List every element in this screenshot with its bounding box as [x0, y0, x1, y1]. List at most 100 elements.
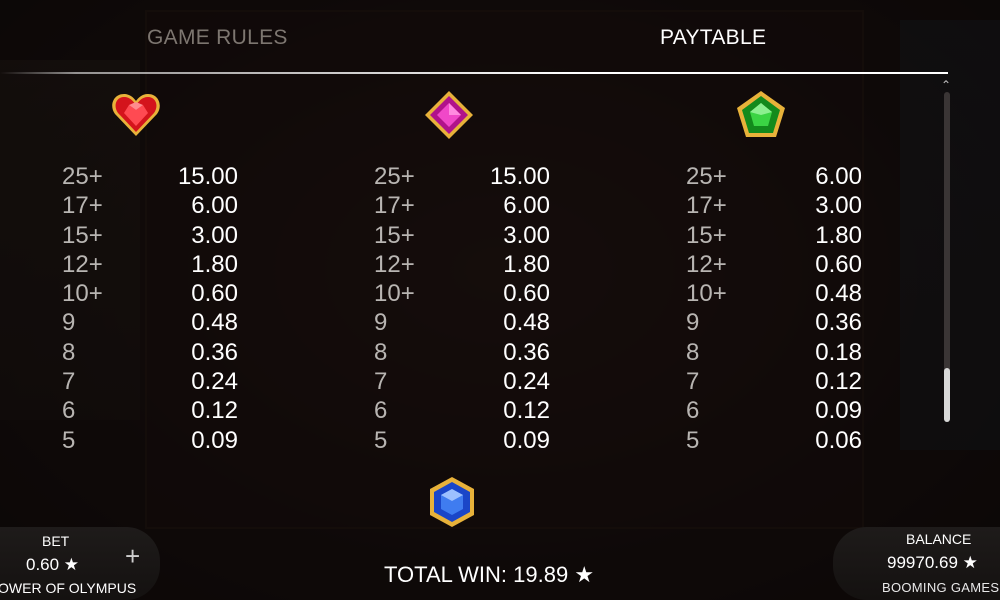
payout-value: 6.00 — [191, 192, 238, 220]
paytable-row: 5 0.06 — [686, 426, 886, 455]
payout-value: 6.00 — [815, 163, 862, 190]
paytable-row: 8 0.36 — [374, 338, 574, 367]
symbol-count: 9 — [374, 309, 388, 337]
payout-value: 0.12 — [503, 397, 550, 425]
symbol-count: 6 — [62, 397, 76, 425]
paytable-row: 6 0.12 — [62, 396, 262, 425]
symbol-count: 8 — [374, 338, 388, 366]
payout-value: 0.12 — [815, 368, 862, 396]
paytable-row: 9 0.48 — [374, 308, 574, 337]
scroll-up-arrow-icon[interactable]: ⌃ — [941, 78, 951, 92]
payout-value: 0.12 — [191, 397, 238, 425]
game-name: OWER OF OLYMPUS — [0, 580, 137, 596]
paytable-row: 5 0.09 — [374, 426, 574, 455]
symbol-count: 10+ — [686, 280, 727, 308]
payout-value: 0.36 — [815, 309, 862, 337]
symbol-count: 7 — [62, 368, 76, 396]
payout-value: 0.60 — [191, 280, 238, 308]
payout-value: 3.00 — [815, 192, 862, 220]
payout-value: 3.00 — [191, 221, 238, 249]
paytable-row: 10+ 0.60 — [374, 279, 574, 308]
paytable-row: 7 0.12 — [686, 367, 886, 396]
paytable-row: 17+ 6.00 — [62, 191, 262, 220]
paytable-row: 12+ 1.80 — [62, 250, 262, 279]
tab-underline — [0, 72, 948, 74]
paytable-row: 15+ 3.00 — [374, 221, 574, 250]
paytable-row: 8 0.36 — [62, 338, 262, 367]
symbol-count: 17+ — [374, 192, 415, 220]
payout-value: 0.09 — [815, 397, 862, 425]
symbol-count: 7 — [686, 368, 700, 396]
pink-diamond-gem-icon — [425, 91, 473, 139]
paytable-row: 12+ 0.60 — [686, 250, 886, 279]
paytable-row: 25+ 15.00 — [62, 162, 262, 191]
increase-bet-button[interactable]: + — [125, 541, 140, 572]
tab-bar: GAME RULES PAYTABLE — [0, 0, 1000, 76]
paytable-row: 10+ 0.60 — [62, 279, 262, 308]
symbol-count: 12+ — [374, 250, 415, 278]
paytable-row: 15+ 1.80 — [686, 221, 886, 250]
bottom-bar: BET 0.60 ★ + OWER OF OLYMPUS TOTAL WIN: … — [0, 525, 1000, 600]
payout-value: 0.36 — [191, 338, 238, 366]
paytable-row: 7 0.24 — [374, 367, 574, 396]
payout-value: 0.48 — [191, 309, 238, 337]
paytable-row: 25+ 6.00 — [686, 162, 886, 191]
paytable-row: 17+ 3.00 — [686, 191, 886, 220]
payout-value: 1.80 — [503, 250, 550, 278]
paytable-row: 6 0.12 — [374, 396, 574, 425]
symbol-count: 8 — [62, 338, 76, 366]
payout-value: 0.09 — [191, 426, 238, 454]
symbol-count: 25+ — [374, 163, 415, 190]
bet-value: 0.60 ★ — [26, 555, 80, 574]
paytable-row: 17+ 6.00 — [374, 191, 574, 220]
payout-value: 0.48 — [503, 309, 550, 337]
symbol-count: 7 — [374, 368, 388, 396]
symbol-count: 15+ — [686, 221, 727, 249]
tab-game-rules[interactable]: GAME RULES — [147, 26, 288, 50]
paytable-row: 10+ 0.48 — [686, 279, 886, 308]
paytable-row: 9 0.36 — [686, 308, 886, 337]
symbol-count: 17+ — [686, 192, 727, 220]
red-heart-gem-icon — [112, 94, 160, 136]
bet-label: BET — [42, 533, 70, 549]
paytable-row: 25+ 15.00 — [374, 162, 574, 191]
provider-logo: BOOMING GAMES — [882, 580, 1000, 595]
symbol-count: 12+ — [62, 250, 103, 278]
payout-value: 0.60 — [503, 280, 550, 308]
symbol-count: 17+ — [62, 192, 103, 220]
payout-value: 1.80 — [815, 221, 862, 249]
tab-paytable[interactable]: PAYTABLE — [660, 26, 766, 50]
paytable-row: 12+ 1.80 — [374, 250, 574, 279]
symbol-count: 5 — [686, 426, 700, 454]
payout-value: 15.00 — [489, 163, 550, 190]
paytable-row: 9 0.48 — [62, 308, 262, 337]
symbol-count: 15+ — [62, 221, 103, 249]
symbol-count: 9 — [686, 309, 700, 337]
payout-value: 3.00 — [503, 221, 550, 249]
symbol-count: 6 — [686, 397, 700, 425]
payout-value: 0.48 — [815, 280, 862, 308]
payout-value: 15.00 — [177, 163, 238, 190]
payout-value: 0.06 — [815, 426, 862, 454]
green-pentagon-gem-icon — [737, 91, 785, 137]
symbol-count: 10+ — [62, 280, 103, 308]
paytable-row: 6 0.09 — [686, 396, 886, 425]
payout-value: 0.24 — [191, 368, 238, 396]
payout-value: 6.00 — [503, 192, 550, 220]
total-win: TOTAL WIN: 19.89 ★ — [384, 562, 595, 587]
symbol-count: 5 — [62, 426, 76, 454]
symbol-count: 6 — [374, 397, 388, 425]
payout-value: 0.09 — [503, 426, 550, 454]
payout-value: 0.60 — [815, 250, 862, 278]
symbol-count: 8 — [686, 338, 700, 366]
symbol-count: 10+ — [374, 280, 415, 308]
paytable-row: 7 0.24 — [62, 367, 262, 396]
symbol-count: 12+ — [686, 250, 727, 278]
paytable-row: 8 0.18 — [686, 338, 886, 367]
symbol-count: 25+ — [686, 163, 727, 190]
blue-hexagon-gem-icon — [430, 477, 474, 527]
paytable-row: 15+ 3.00 — [62, 221, 262, 250]
payout-value: 1.80 — [191, 250, 238, 278]
scrollbar-thumb[interactable] — [944, 368, 950, 422]
symbol-count: 15+ — [374, 221, 415, 249]
